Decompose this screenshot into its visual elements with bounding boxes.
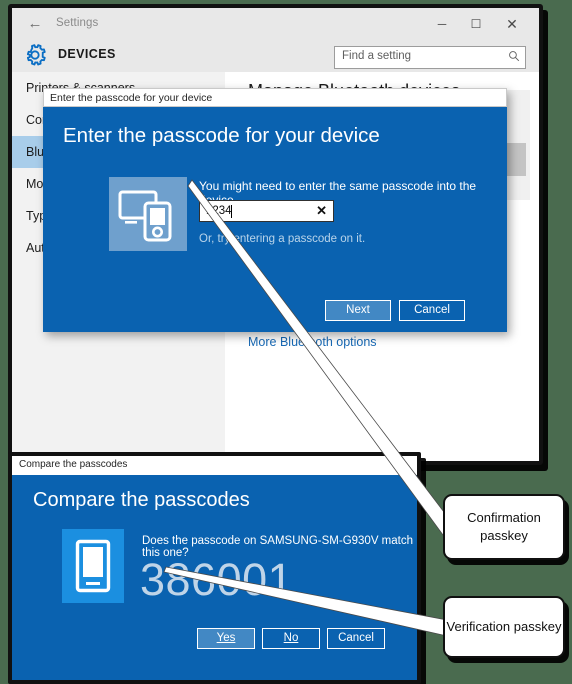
phone-icon: [75, 539, 111, 598]
close-button[interactable]: ✕: [497, 13, 527, 35]
compare-device-tile: [62, 529, 124, 603]
compare-passcodes-window: Compare the passcodes Compare the passco…: [8, 452, 421, 684]
content-scrollbar-thumb[interactable]: [506, 143, 526, 176]
no-button[interactable]: No: [262, 628, 320, 649]
maximize-button[interactable]: ☐: [461, 13, 491, 35]
compare-passcode-value: 386001: [140, 554, 294, 605]
passcode-dialog-heading: Enter the passcode for your device: [63, 124, 380, 147]
passcode-hint: Or, try entering a passcode on it.: [199, 233, 366, 245]
clear-icon[interactable]: ✕: [316, 203, 327, 219]
passcode-dialog-body: Enter the passcode for your device You m…: [43, 107, 507, 332]
compare-titlebar: Compare the passcodes: [12, 456, 417, 475]
yes-button-label: Yes: [216, 632, 236, 644]
no-button-label: No: [283, 632, 299, 644]
page-title: DEVICES: [58, 47, 116, 61]
passcode-dialog-titlebar-text: Enter the passcode for your device: [50, 92, 213, 104]
compare-heading: Compare the passcodes: [33, 489, 250, 511]
passcode-input-value: 1234: [206, 205, 232, 217]
yes-button[interactable]: Yes: [197, 628, 255, 649]
callout-confirmation-passkey: Confirmation passkey: [443, 494, 565, 560]
callout-verification-passkey: Verification passkey: [443, 596, 565, 658]
cancel-button[interactable]: Cancel: [399, 300, 465, 321]
settings-header-bar: DEVICES Find a setting: [12, 40, 539, 72]
minimize-button[interactable]: ─: [427, 13, 457, 35]
cancel-button[interactable]: Cancel: [327, 628, 385, 649]
text-caret: [231, 205, 232, 218]
passcode-dialog-titlebar: Enter the passcode for your device: [43, 88, 507, 107]
search-input[interactable]: Find a setting: [342, 50, 411, 62]
enter-passcode-dialog: Enter the passcode for your device Enter…: [43, 88, 507, 332]
next-button[interactable]: Next: [325, 300, 391, 321]
compare-titlebar-text: Compare the passcodes: [19, 459, 128, 470]
back-arrow-icon[interactable]: ←: [24, 15, 46, 33]
screenshot-stage: ← Settings ─ ☐ ✕ DEVICES Find a setting: [0, 0, 572, 684]
passcode-input[interactable]: 1234 ✕: [199, 200, 334, 222]
search-icon[interactable]: [508, 50, 520, 65]
gear-icon: [22, 42, 48, 68]
search-box[interactable]: Find a setting: [334, 46, 526, 69]
more-bluetooth-options-link[interactable]: More Bluetooth options: [248, 335, 377, 349]
window-title: Settings: [56, 17, 99, 29]
settings-titlebar: ← Settings ─ ☐ ✕: [12, 8, 539, 40]
monitor-and-phone-icon: [118, 186, 178, 247]
device-tile: [109, 177, 187, 251]
